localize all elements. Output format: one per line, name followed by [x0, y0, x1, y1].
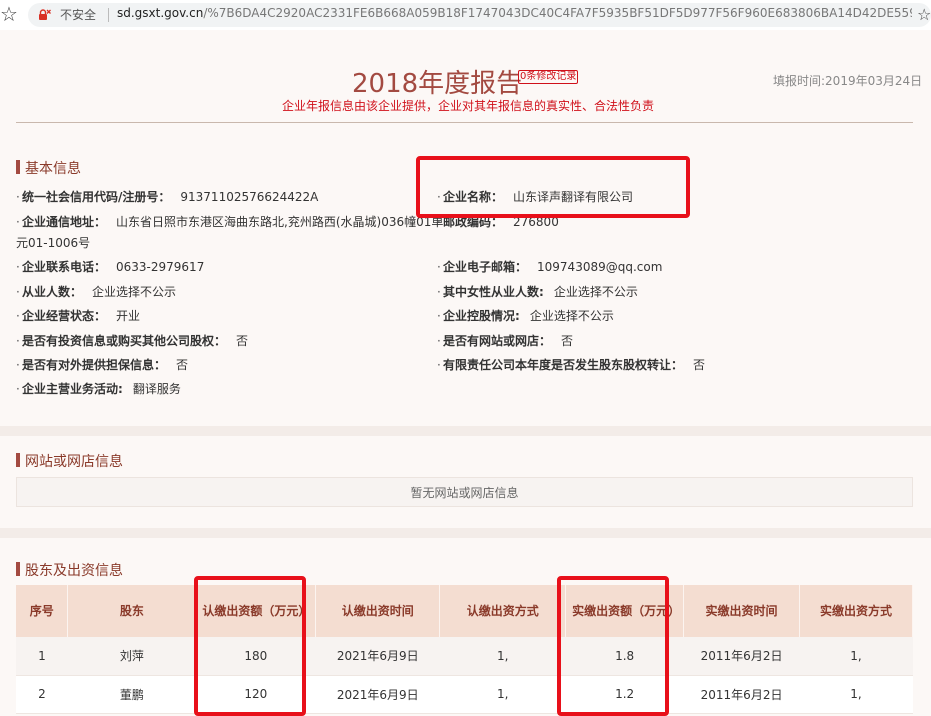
column-header: 认缴出资时间 [315, 585, 441, 637]
field-label: 企业主营业务活动: [22, 382, 123, 396]
field-label: 是否有网站或网店： [443, 334, 552, 348]
field-value: 翻译服务 [132, 382, 181, 396]
section-divider [0, 426, 931, 436]
field-value: 开业 [116, 309, 141, 323]
field-label: 从业人数： [22, 285, 83, 299]
section-title-shareholders: 股东及出资信息 [16, 560, 123, 580]
field-value: 企业选择不公示 [92, 285, 177, 299]
field-value: 109743089@qq.com [537, 260, 663, 274]
table-cell: 2021年6月9日 [315, 637, 440, 676]
field-value: 企业选择不公示 [529, 309, 614, 323]
table-cell: 2 [16, 675, 68, 714]
field-status: · 企业经营状态： 开业 [16, 309, 141, 323]
table-cell: 1, [799, 637, 913, 676]
field-investment: · 是否有投资信息或购买其他公司股权：否 [16, 334, 249, 348]
table-cell: 2021年6月9日 [315, 675, 440, 714]
field-value: 否 [693, 358, 706, 372]
field-value: 否 [236, 334, 249, 348]
field-website: · 是否有网站或网店：否 [437, 334, 574, 348]
field-female-employees: · 其中女性从业人数: 企业选择不公示 [437, 285, 638, 299]
url-separator [108, 8, 109, 22]
highlight-box-subscribed-amount [194, 576, 306, 716]
field-equity-transfer: · 有限责任公司本年度是否发生股东股权转让：否 [437, 358, 706, 372]
section-title-website: 网站或网店信息 [16, 451, 123, 471]
field-guarantee: · 是否有对外提供担保信息：否 [16, 358, 189, 372]
field-label: 企业通信地址： [22, 215, 107, 229]
column-header: 股东 [67, 585, 197, 637]
section-divider [0, 528, 931, 538]
section-title-basic: 基本信息 [16, 158, 81, 178]
table-cell: 1, [439, 637, 566, 676]
field-value: 否 [561, 334, 574, 348]
shareholder-table: 序号 股东 认缴出资额（万元） 认缴出资时间 认缴出资方式 实缴出资额（万元） … [16, 585, 913, 714]
not-secure-icon[interactable] [37, 9, 51, 21]
table-cell: 2011年6月2日 [683, 675, 800, 714]
field-address: · 企业通信地址： 山东省日照市东港区海曲东路北,兖州路西(水晶城)036幢01单 [16, 215, 444, 229]
field-holding: · 企业控股情况: 企业选择不公示 [437, 309, 614, 323]
header-divider [16, 122, 913, 123]
report-header: 2018年度报告 0条修改记录 填报时间:2019年03月24日 企业年报信息由… [0, 30, 931, 130]
table-cell: 董鹏 [67, 675, 196, 714]
bookmark-star-icon[interactable]: ☆ [917, 5, 931, 24]
table-row: 2 董鹏 120 2021年6月9日 1, 1.2 2011年6月2日 1, [16, 675, 913, 714]
field-value: 0633-2979617 [116, 260, 205, 274]
website-empty-message: 暂无网站或网店信息 [16, 477, 913, 507]
field-label: 有限责任公司本年度是否发生股东股权转让： [443, 358, 684, 372]
column-header: 实缴出资时间 [683, 585, 801, 637]
field-label: 企业经营状态： [22, 309, 107, 323]
field-value: 企业选择不公示 [553, 285, 638, 299]
field-label: 企业联系电话： [22, 260, 107, 274]
star-icon[interactable]: ☆ [0, 3, 18, 25]
report-disclaimer: 企业年报信息由该企业提供，企业对其年报信息的真实性、合法性负责 [282, 99, 655, 113]
table-header-row: 序号 股东 认缴出资额（万元） 认缴出资时间 认缴出资方式 实缴出资额（万元） … [16, 585, 913, 637]
field-employees: · 从业人数： 企业选择不公示 [16, 285, 177, 299]
report-title: 2018年度报告 [352, 69, 523, 99]
url-host: sd.gsxt.gov.cn [117, 6, 204, 20]
column-header: 认缴出资方式 [439, 585, 567, 637]
field-business: · 企业主营业务活动: 翻译服务 [16, 382, 181, 396]
field-address-cont: 元01-1006号 [16, 236, 91, 250]
field-value: 否 [176, 358, 189, 372]
column-header: 实缴出资方式 [799, 585, 913, 637]
table-cell: 2011年6月2日 [683, 637, 800, 676]
field-credit-code: · 统一社会信用代码/注册号： 91371102576624422A [16, 190, 319, 204]
field-label: 其中女性从业人数: [443, 285, 544, 299]
security-label[interactable]: 不安全 [60, 6, 96, 23]
modification-record-link[interactable]: 0条修改记录 [518, 70, 579, 84]
field-label: 统一社会信用代码/注册号： [22, 190, 171, 204]
field-value: 91371102576624422A [180, 190, 319, 204]
table-cell: 1, [439, 675, 566, 714]
column-header: 序号 [16, 585, 69, 637]
table-row: 1 刘萍 180 2021年6月9日 1, 1.8 2011年6月2日 1, [16, 637, 913, 676]
url-text[interactable]: sd.gsxt.gov.cn/%7B6DA4C2920AC2331FE6B668… [117, 6, 912, 20]
table-cell: 刘萍 [67, 637, 196, 676]
field-value: 山东省日照市东港区海曲东路北,兖州路西(水晶城)036幢01单 [116, 215, 444, 229]
table-cell: 1, [799, 675, 913, 714]
browser-toolbar: ☆ 不安全 sd.gsxt.gov.cn/%7B6DA4C2920AC2331F… [0, 0, 931, 30]
field-label: 是否有对外提供担保信息： [22, 358, 167, 372]
field-email: · 企业电子邮箱： 109743089@qq.com [437, 260, 663, 274]
highlight-box-company-name [416, 156, 690, 218]
url-path: /%7B6DA4C2920AC2331FE6B668A059B18F174704… [203, 6, 912, 20]
field-label: 是否有投资信息或购买其他公司股权： [22, 334, 227, 348]
field-label: 企业电子邮箱： [443, 260, 528, 274]
field-phone: · 企业联系电话： 0633-2979617 [16, 260, 205, 274]
highlight-box-paid-amount [557, 576, 669, 716]
table-cell: 1 [16, 637, 68, 676]
fill-date: 填报时间:2019年03月24日 [773, 74, 923, 88]
field-label: 企业控股情况: [443, 309, 520, 323]
